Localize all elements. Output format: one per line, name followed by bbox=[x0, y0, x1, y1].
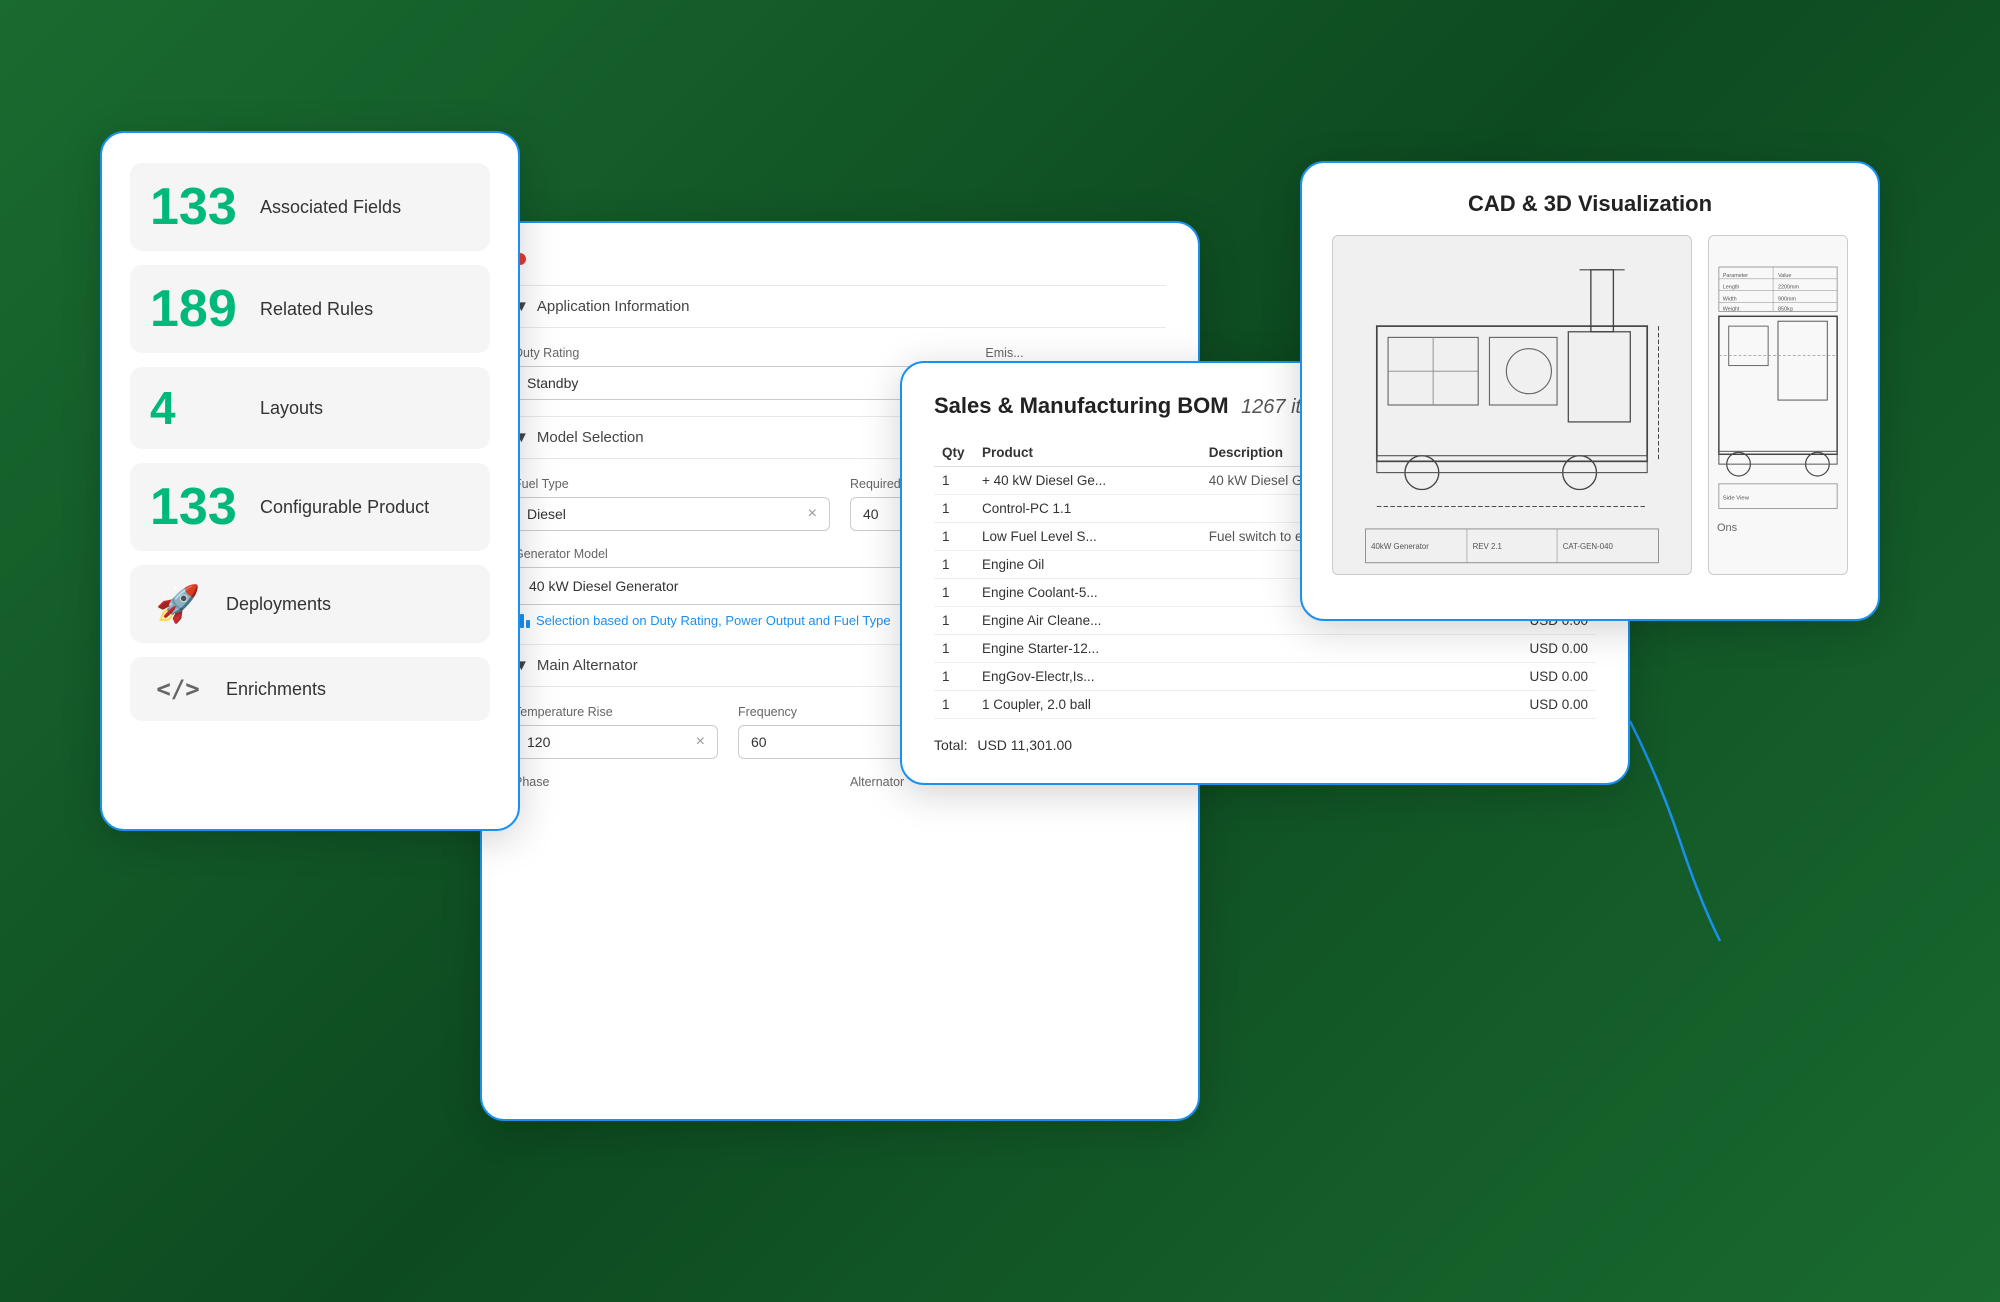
bom-cell-qty-0: 1 bbox=[934, 467, 974, 495]
stat-number-configurable-product: 133 bbox=[150, 481, 240, 533]
svg-text:Parameter: Parameter bbox=[1723, 273, 1748, 279]
svg-text:Length: Length bbox=[1723, 285, 1740, 291]
bom-cell-list-7: USD 0.00 bbox=[1421, 663, 1596, 691]
cad-overlay-text: Ons bbox=[1717, 522, 1737, 534]
col-qty: Qty bbox=[934, 439, 974, 467]
stat-enrichments[interactable]: </> Enrichments bbox=[130, 657, 490, 721]
svg-text:Value: Value bbox=[1778, 273, 1791, 279]
fuel-type-clear-button[interactable]: × bbox=[808, 506, 817, 522]
cad-main-drawing: 40kW Generator REV 2.1 CAT-GEN-040 bbox=[1332, 235, 1692, 575]
temp-rise-value: 120 bbox=[527, 734, 696, 750]
svg-text:900mm: 900mm bbox=[1778, 297, 1797, 303]
stat-layouts[interactable]: 4 Layouts bbox=[130, 367, 490, 449]
cad-svg-main: 40kW Generator REV 2.1 CAT-GEN-040 bbox=[1333, 236, 1691, 574]
bom-cell-qty-1: 1 bbox=[934, 495, 974, 523]
bom-cell-qty-8: 1 bbox=[934, 691, 974, 719]
bom-cell-qty-2: 1 bbox=[934, 523, 974, 551]
temp-rise-label: Temperature Rise bbox=[514, 705, 718, 719]
section-label-app-info: Application Information bbox=[537, 298, 690, 315]
selection-hint-text: Selection based on Duty Rating, Power Ou… bbox=[536, 613, 891, 628]
section-application-information[interactable]: ▼ Application Information bbox=[514, 285, 1166, 328]
duty-rating-input[interactable]: Standby × bbox=[514, 366, 965, 400]
duty-rating-label: Duty Rating bbox=[514, 346, 965, 360]
bom-cell-product-7: EngGov-Electr,Is... bbox=[974, 663, 1201, 691]
bom-cell-qty-5: 1 bbox=[934, 607, 974, 635]
bom-cell-product-1: Control-PC 1.1 bbox=[974, 495, 1201, 523]
bom-cell-list-6: USD 0.00 bbox=[1421, 635, 1596, 663]
stat-related-rules[interactable]: 189 Related Rules bbox=[130, 265, 490, 353]
bom-title: Sales & Manufacturing BOM bbox=[934, 393, 1229, 418]
bom-row-7: 1EngGov-Electr,Is... USD 0.00 bbox=[934, 663, 1596, 691]
scene: 133 Associated Fields 189 Related Rules … bbox=[100, 101, 1900, 1201]
bom-cell-product-4: Engine Coolant-5... bbox=[974, 579, 1201, 607]
stat-label-associated-fields: Associated Fields bbox=[260, 197, 401, 218]
duty-rating-group: Duty Rating Standby × bbox=[514, 346, 965, 400]
svg-text:REV 2.1: REV 2.1 bbox=[1473, 542, 1502, 551]
stat-label-configurable-product: Configurable Product bbox=[260, 497, 429, 518]
bom-total-value: USD 11,301.00 bbox=[977, 737, 1072, 753]
svg-text:Weight: Weight bbox=[1723, 306, 1740, 312]
bom-total: Total: USD 11,301.00 bbox=[934, 737, 1596, 753]
temp-rise-group: Temperature Rise 120 × bbox=[514, 705, 718, 759]
bom-cell-list-8: USD 0.00 bbox=[1421, 691, 1596, 719]
stat-configurable-product[interactable]: 133 Configurable Product bbox=[130, 463, 490, 551]
temp-rise-input[interactable]: 120 × bbox=[514, 725, 718, 759]
rocket-icon: 🚀 bbox=[150, 583, 206, 625]
bom-cell-qty-4: 1 bbox=[934, 579, 974, 607]
stat-label-enrichments: Enrichments bbox=[226, 679, 326, 700]
fuel-type-group: Fuel Type Diesel × bbox=[514, 477, 830, 531]
code-icon: </> bbox=[150, 675, 206, 703]
section-label-alternator: Main Alternator bbox=[537, 657, 638, 674]
phase-label: Phase bbox=[514, 775, 830, 789]
fuel-type-input[interactable]: Diesel × bbox=[514, 497, 830, 531]
bom-cell-product-5: Engine Air Cleane... bbox=[974, 607, 1201, 635]
svg-text:850kg: 850kg bbox=[1778, 306, 1793, 312]
bom-cell-desc-6 bbox=[1201, 635, 1421, 663]
bom-cell-product-3: Engine Oil bbox=[974, 551, 1201, 579]
bom-total-label: Total: bbox=[934, 737, 967, 753]
fuel-type-value: Diesel bbox=[527, 506, 808, 522]
bom-cell-qty-7: 1 bbox=[934, 663, 974, 691]
cad-side-drawing: Side View Parameter Value Length 2200mm … bbox=[1708, 235, 1848, 575]
stat-number-related-rules: 189 bbox=[150, 283, 240, 335]
svg-text:CAT-GEN-040: CAT-GEN-040 bbox=[1563, 542, 1614, 551]
phase-group: Phase bbox=[514, 775, 830, 795]
stat-label-related-rules: Related Rules bbox=[260, 299, 373, 320]
bom-cell-product-2: Low Fuel Level S... bbox=[974, 523, 1201, 551]
bom-cell-product-0: + 40 kW Diesel Ge... bbox=[974, 467, 1201, 495]
col-product: Product bbox=[974, 439, 1201, 467]
stat-label-deployments: Deployments bbox=[226, 594, 331, 615]
stat-number-associated-fields: 133 bbox=[150, 181, 240, 233]
stat-associated-fields[interactable]: 133 Associated Fields bbox=[130, 163, 490, 251]
section-label-model: Model Selection bbox=[537, 429, 644, 446]
stat-number-layouts: 4 bbox=[150, 385, 240, 431]
cad-card: CAD & 3D Visualization bbox=[1300, 161, 1880, 621]
svg-text:40kW Generator: 40kW Generator bbox=[1371, 542, 1429, 551]
stats-card: 133 Associated Fields 189 Related Rules … bbox=[100, 131, 520, 831]
emissions-label: Emis... bbox=[985, 346, 1166, 360]
duty-rating-value: Standby bbox=[527, 375, 943, 391]
svg-text:Width: Width bbox=[1723, 297, 1737, 303]
stat-label-layouts: Layouts bbox=[260, 398, 323, 419]
svg-text:2200mm: 2200mm bbox=[1778, 285, 1800, 291]
bom-cell-desc-7 bbox=[1201, 663, 1421, 691]
cad-title: CAD & 3D Visualization bbox=[1332, 191, 1848, 217]
bom-cell-qty-6: 1 bbox=[934, 635, 974, 663]
fuel-type-label: Fuel Type bbox=[514, 477, 830, 491]
bom-row-6: 1Engine Starter-12... USD 0.00 bbox=[934, 635, 1596, 663]
cad-drawings: 40kW Generator REV 2.1 CAT-GEN-040 bbox=[1332, 235, 1848, 575]
bom-cell-product-6: Engine Starter-12... bbox=[974, 635, 1201, 663]
frequency-value: 60 bbox=[751, 734, 920, 750]
bom-cell-product-8: 1 Coupler, 2.0 ball bbox=[974, 691, 1201, 719]
bom-cell-qty-3: 1 bbox=[934, 551, 974, 579]
temp-rise-clear-button[interactable]: × bbox=[696, 734, 705, 750]
svg-text:Side View: Side View bbox=[1723, 496, 1750, 502]
stat-deployments[interactable]: 🚀 Deployments bbox=[130, 565, 490, 643]
bom-cell-desc-8 bbox=[1201, 691, 1421, 719]
bom-row-8: 11 Coupler, 2.0 ball USD 0.00 bbox=[934, 691, 1596, 719]
